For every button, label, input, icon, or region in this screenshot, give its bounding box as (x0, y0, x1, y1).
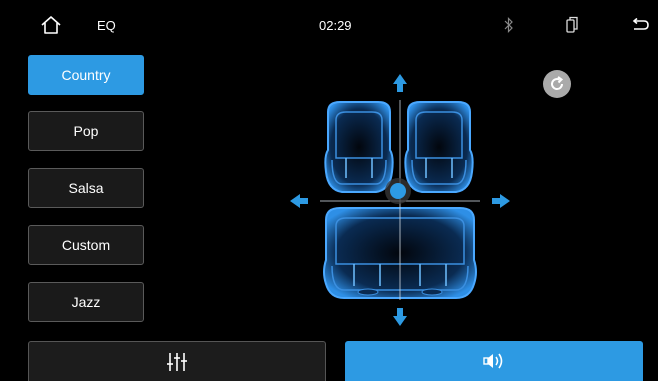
page-title: EQ (97, 17, 116, 33)
preset-salsa-button[interactable]: Salsa (28, 168, 144, 208)
preset-country-button[interactable]: Country (28, 55, 144, 95)
back-icon (632, 18, 649, 30)
car-seats-diagram (290, 74, 510, 326)
clock: 02:29 (319, 17, 352, 33)
equalizer-sliders-icon (167, 352, 187, 371)
arrow-right-icon[interactable] (492, 194, 510, 208)
reset-balance-button[interactable] (543, 70, 571, 98)
reset-icon (551, 76, 564, 90)
phone-link-button[interactable] (562, 0, 582, 50)
bluetooth-icon (504, 17, 513, 33)
speaker-balance-icon (483, 353, 503, 369)
preset-pop-button[interactable]: Pop (28, 111, 144, 151)
balance-handle[interactable] (385, 178, 411, 204)
balance-fader-area[interactable] (280, 60, 520, 340)
back-button[interactable] (630, 0, 650, 50)
home-button[interactable] (36, 0, 66, 50)
equalizer-tab[interactable] (28, 341, 326, 381)
phone-icon (566, 16, 578, 33)
arrow-left-icon[interactable] (290, 194, 308, 208)
arrow-up-icon[interactable] (393, 74, 407, 92)
bluetooth-status (499, 0, 519, 50)
front-left-seat (324, 101, 394, 193)
status-bar: EQ 02:29 (0, 0, 658, 50)
front-right-seat (404, 101, 474, 193)
speaker-balance-tab[interactable] (345, 341, 643, 381)
preset-custom-button[interactable]: Custom (28, 225, 144, 265)
home-icon (41, 16, 61, 34)
preset-jazz-button[interactable]: Jazz (28, 282, 144, 322)
arrow-down-icon[interactable] (393, 308, 407, 326)
